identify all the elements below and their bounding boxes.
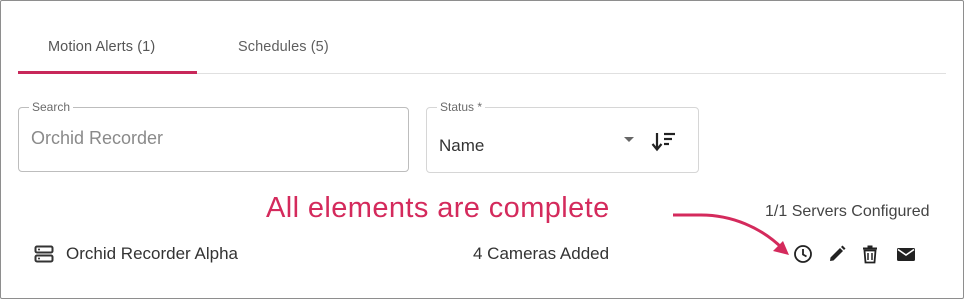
servers-configured-count: 1/1 Servers Configured (765, 203, 930, 220)
search-label: Search (29, 100, 74, 114)
mail-icon[interactable] (896, 244, 916, 264)
cameras-added-count: 4 Cameras Added (473, 244, 610, 263)
search-field[interactable]: Search (18, 100, 409, 172)
edit-icon[interactable] (827, 244, 847, 264)
sort-icon[interactable] (651, 130, 677, 154)
annotation-callout: All elements are complete (266, 192, 610, 224)
clock-icon[interactable] (793, 244, 813, 264)
chevron-down-icon[interactable] (624, 137, 634, 142)
tab-schedules[interactable]: Schedules (5) (238, 39, 329, 55)
tab-motion-alerts[interactable]: Motion Alerts (1) (48, 39, 155, 55)
server-icon (34, 245, 54, 263)
status-label: Status * (437, 100, 486, 114)
status-select[interactable]: Status * Name (426, 100, 699, 173)
server-name: Orchid Recorder Alpha (66, 244, 238, 263)
active-tab-indicator (18, 71, 197, 74)
search-input[interactable] (31, 128, 391, 149)
status-selected-value: Name (439, 136, 485, 155)
motion-alerts-panel: Motion Alerts (1) Schedules (5) Search S… (0, 0, 964, 299)
trash-icon[interactable] (860, 244, 880, 264)
